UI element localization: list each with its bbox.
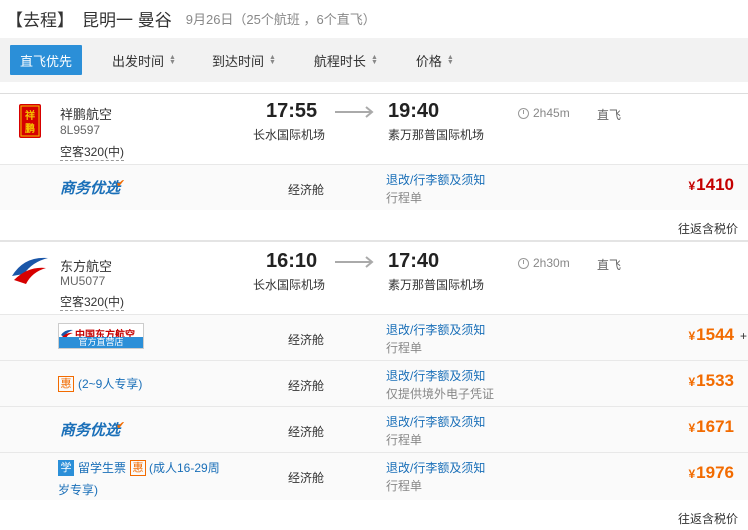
cabin-class: 经济舱 xyxy=(288,333,325,347)
voucher-note: 仅提供境外电子凭证 xyxy=(386,387,495,401)
rules-link[interactable]: 退改/行李额及须知 xyxy=(386,367,485,384)
round-trip-tax-note: 往返含税价 xyxy=(677,222,738,236)
round-trip-tax-note: 往返含税价 xyxy=(677,512,738,526)
direct-label: 直飞 xyxy=(597,108,622,122)
fare-price[interactable]: ¥1976 xyxy=(688,463,734,483)
arrival-airport: 素万那普国际机场 xyxy=(388,278,485,292)
student-fare-tag: 学 留学生票 惠 (成人16-29周 xyxy=(58,459,220,476)
fare-price[interactable]: ¥1410 xyxy=(688,175,734,195)
arrow-right-icon xyxy=(335,106,375,118)
arrow-right-icon xyxy=(335,256,375,268)
fare-price[interactable]: ¥1533 xyxy=(688,371,734,391)
airline-name: 东方航空 xyxy=(60,259,113,274)
itinerary-note: 行程单 xyxy=(386,191,423,205)
cabin-class: 经济舱 xyxy=(288,425,325,439)
clock-icon xyxy=(518,107,529,119)
aircraft-type[interactable]: 空客320(中) xyxy=(60,143,125,161)
fare-row[interactable]: 学 留学生票 惠 (成人16-29周 岁专享) 经济舱 退改/行李额及须知 行程… xyxy=(0,452,748,500)
departure-time: 16:10 xyxy=(266,250,318,272)
direct-label: 直飞 xyxy=(597,258,622,272)
student-icon: 学 xyxy=(58,459,74,476)
sort-arrows-icon: ▲ ▼ xyxy=(268,54,276,66)
route-header: 【去程】 昆明一 曼谷 9月26日（25个航班 ，6个直飞） xyxy=(0,0,748,36)
flight-card-MU5077[interactable]: 东方航空 MU5077 空客320(中) 16:10 长水国际机场 17:40 … xyxy=(0,244,748,314)
fare-row[interactable]: 商务优选✔ 经济舱 退改/行李额及须知 行程单 ¥1671 xyxy=(0,406,748,452)
route-meta: 9月26日（25个航班 ，6个直飞） xyxy=(185,11,376,27)
fare-row[interactable]: 商务优选✔ 经济舱 退改/行李额及须知 行程单 ¥1410 xyxy=(0,164,748,210)
rules-link[interactable]: 退改/行李额及须知 xyxy=(386,171,485,188)
luckyair-logo-icon: 祥 鹏 xyxy=(19,104,41,141)
flight-number: 8L9597 xyxy=(60,123,101,137)
flight-card-8L9597[interactable]: 祥 鹏 祥鹏航空 8L9597 空客320(中) 17:55 长水国际机场 19… xyxy=(0,94,748,164)
cabin-class: 经济舱 xyxy=(288,183,325,197)
sort-arrows-icon: ▲ ▼ xyxy=(169,54,176,66)
departure-airport: 长水国际机场 xyxy=(253,128,326,142)
itinerary-note: 行程单 xyxy=(386,479,423,493)
flight-duration: 2h45m xyxy=(518,106,570,120)
itinerary-note: 行程单 xyxy=(386,341,423,355)
sort-price[interactable]: 价格 ▲ ▼ xyxy=(416,45,454,75)
discount-icon: 惠 xyxy=(130,459,147,476)
aircraft-type[interactable]: 空客320(中) xyxy=(60,293,125,311)
fare-price[interactable]: ¥1544 xyxy=(688,325,734,345)
departure-airport: 长水国际机场 xyxy=(253,278,326,292)
fare-price[interactable]: ¥1671 xyxy=(688,417,734,437)
svg-text:祥: 祥 xyxy=(25,109,35,122)
business-select-brand: 商务优选✔ xyxy=(60,420,126,439)
sort-arrows-icon: ▲ ▼ xyxy=(446,54,454,66)
fare-row[interactable]: 中国东方航空 官方直营店 经济舱 退改/行李额及须知 行程单 ¥1544 + xyxy=(0,314,748,360)
sort-departure-time[interactable]: 出发时间 ▲ ▼ xyxy=(112,45,176,75)
airline-name: 祥鹏航空 xyxy=(60,107,113,122)
trip-direction: 【去程】 xyxy=(6,10,74,30)
rules-link[interactable]: 退改/行李额及须知 xyxy=(386,459,485,476)
arrival-time: 17:40 xyxy=(388,250,440,272)
official-store-badge: 中国东方航空 官方直营店 xyxy=(58,323,144,349)
sort-arrows-icon: ▲ ▼ xyxy=(370,54,378,66)
route-cities: 昆明一 曼谷 xyxy=(82,10,172,30)
business-select-brand: 商务优选✔ xyxy=(60,178,126,197)
china-eastern-logo-icon xyxy=(10,254,50,291)
cabin-class: 经济舱 xyxy=(288,471,325,485)
divider xyxy=(0,240,748,242)
student-fare-tag-cont: 岁专享) xyxy=(58,483,98,497)
sort-arrival-time[interactable]: 到达时间 ▲ ▼ xyxy=(212,45,276,75)
fare-row[interactable]: 惠 (2~9人专享) 经济舱 退改/行李额及须知 仅提供境外电子凭证 ¥1533 xyxy=(0,360,748,406)
flight-number: MU5077 xyxy=(60,274,106,288)
group-discount-tag: 惠 (2~9人专享) xyxy=(58,375,142,392)
arrival-airport: 素万那普国际机场 xyxy=(388,128,485,142)
departure-time: 17:55 xyxy=(266,100,318,122)
flight-duration: 2h30m xyxy=(518,256,570,270)
sort-duration[interactable]: 航程时长 ▲ ▼ xyxy=(314,45,378,75)
svg-text:鹏: 鹏 xyxy=(25,122,35,135)
discount-icon: 惠 xyxy=(58,375,74,392)
more-indicator: + xyxy=(739,329,747,343)
rules-link[interactable]: 退改/行李额及须知 xyxy=(386,413,485,430)
sort-bar: 直飞优先 出发时间 ▲ ▼ 到达时间 ▲ ▼ 航程时长 ▲ ▼ 价格 ▲ ▼ xyxy=(0,38,748,82)
arrival-time: 19:40 xyxy=(388,100,440,122)
rules-link[interactable]: 退改/行李额及须知 xyxy=(386,321,485,338)
sort-direct-first[interactable]: 直飞优先 xyxy=(10,45,83,75)
cabin-class: 经济舱 xyxy=(288,379,325,393)
itinerary-note: 行程单 xyxy=(386,433,423,447)
clock-icon xyxy=(518,257,529,269)
